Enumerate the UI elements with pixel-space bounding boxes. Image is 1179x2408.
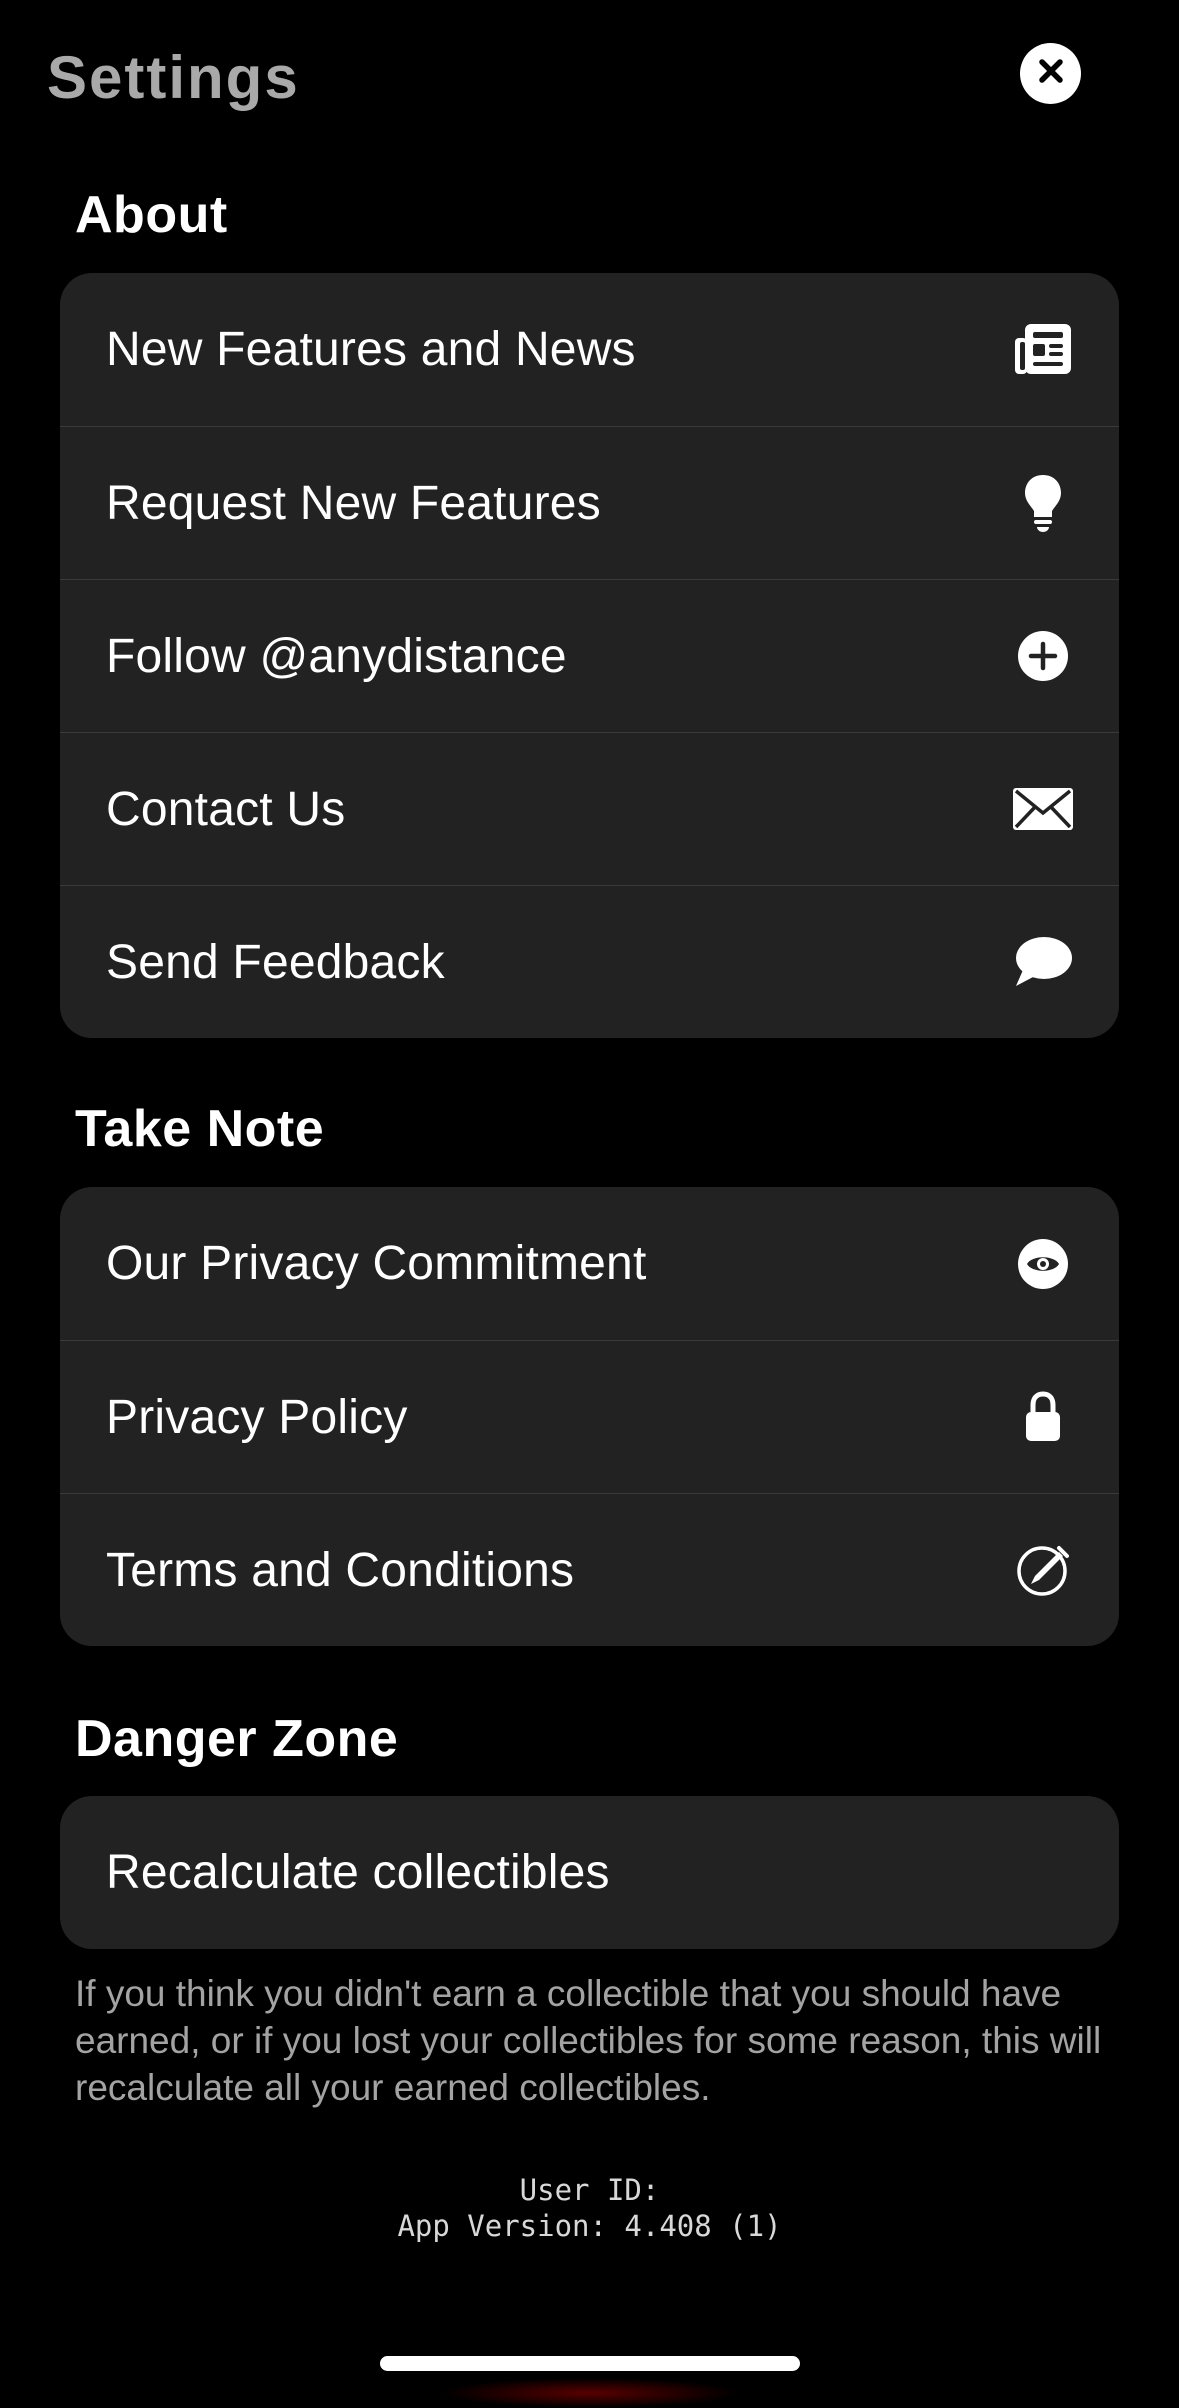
home-indicator[interactable] xyxy=(380,2356,800,2371)
section-title-about: About xyxy=(75,186,228,244)
section-title-take-note: Take Note xyxy=(75,1100,325,1158)
page-title: Settings xyxy=(47,44,300,111)
close-icon xyxy=(1036,56,1066,91)
menu-item-terms-and-conditions[interactable]: Terms and Conditions xyxy=(60,1493,1119,1646)
signature-icon xyxy=(1011,1538,1075,1602)
menu-item-label: Our Privacy Commitment xyxy=(106,1237,647,1290)
user-id-label: User ID: xyxy=(519,2173,660,2207)
plus-circle-icon xyxy=(1011,624,1075,688)
menu-item-label: Send Feedback xyxy=(106,935,445,989)
menu-item-label: Recalculate collectibles xyxy=(106,1846,610,1899)
menu-item-our-privacy-commitment[interactable]: Our Privacy Commitment xyxy=(60,1187,1119,1340)
danger-zone-card: Recalculate collectibles xyxy=(60,1796,1119,1949)
menu-item-follow-anydistance[interactable]: Follow @anydistance xyxy=(60,579,1119,732)
menu-item-label: Request New Features xyxy=(106,476,601,530)
lock-icon xyxy=(1011,1385,1075,1449)
about-card: New Features and News Request New Featur… xyxy=(60,273,1119,1038)
section-title-danger-zone: Danger Zone xyxy=(75,1710,399,1768)
menu-item-contact-us[interactable]: Contact Us xyxy=(60,732,1119,885)
recalculate-collectibles-button[interactable]: Recalculate collectibles xyxy=(60,1796,1119,1949)
envelope-icon xyxy=(1011,777,1075,841)
speech-bubble-icon xyxy=(1011,930,1075,994)
menu-item-send-feedback[interactable]: Send Feedback xyxy=(60,885,1119,1038)
bottom-glow xyxy=(440,2378,740,2408)
menu-item-label: Privacy Policy xyxy=(106,1390,408,1444)
menu-item-new-features-and-news[interactable]: New Features and News xyxy=(60,273,1119,426)
newspaper-icon xyxy=(1011,318,1075,382)
danger-zone-description: If you think you didn't earn a collectib… xyxy=(75,1973,1102,2108)
app-version-label: App Version: 4.408 (1) xyxy=(397,2209,782,2243)
lightbulb-icon xyxy=(1011,471,1075,535)
menu-item-privacy-policy[interactable]: Privacy Policy xyxy=(60,1340,1119,1493)
menu-item-request-new-features[interactable]: Request New Features xyxy=(60,426,1119,579)
close-button[interactable] xyxy=(1020,43,1081,104)
eye-icon xyxy=(1011,1232,1075,1296)
menu-item-label: Follow @anydistance xyxy=(106,629,567,683)
take-note-card: Our Privacy Commitment Privacy Policy Te… xyxy=(60,1187,1119,1646)
menu-item-label: Contact Us xyxy=(106,782,346,836)
menu-item-label: Terms and Conditions xyxy=(106,1543,575,1597)
menu-item-label: New Features and News xyxy=(106,323,636,376)
